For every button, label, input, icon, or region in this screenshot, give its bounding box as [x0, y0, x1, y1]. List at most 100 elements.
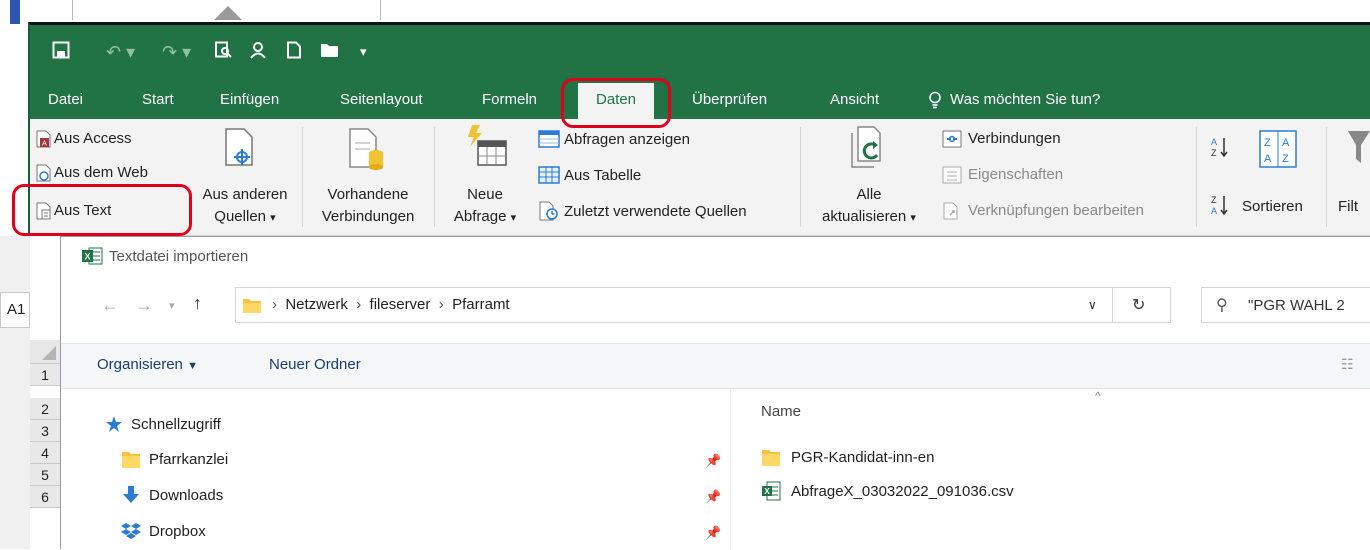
zuletzt-verwendete-quellen-button[interactable]: Zuletzt verwendete Quellen [538, 201, 747, 221]
tab-ansicht[interactable]: Ansicht [830, 89, 879, 111]
verbindungen-button[interactable]: Verbindungen [942, 129, 1061, 148]
nav-schnellzugriff[interactable]: Schnellzugriff [105, 415, 221, 433]
alle-aktualisieren-button[interactable]: Alle aktualisieren ▾ [804, 185, 934, 228]
group-separator [800, 127, 801, 227]
worksheet-grid: A1 1 2 3 4 5 6 [0, 236, 60, 549]
tab-start[interactable]: Start [142, 89, 174, 111]
aus-tabelle-button[interactable]: Aus Tabelle [538, 165, 641, 185]
back-arrow-icon[interactable]: ← [101, 295, 119, 316]
tab-einfuegen[interactable]: Einfügen [220, 89, 279, 111]
select-all-corner[interactable] [30, 340, 60, 364]
csv-file-icon: X [761, 481, 781, 501]
existing-connections-icon [346, 127, 386, 171]
show-queries-icon [538, 129, 560, 149]
sort-caret-icon: ^ [1095, 389, 1101, 403]
dropdown-arrow-icon: ▾ [910, 212, 916, 224]
save-icon[interactable] [52, 41, 70, 59]
refresh-all-icon [848, 125, 888, 169]
pin-icon[interactable]: 📌 [705, 489, 721, 505]
access-icon: A [36, 130, 52, 148]
tell-me-search[interactable]: Was möchten Sie tun? [928, 89, 1100, 111]
text-import-dialog: X Textdatei importieren ← → ▾ ↑ › Netzwe… [60, 236, 1370, 550]
row-header-1[interactable]: 1 [30, 364, 60, 386]
breadcrumb-pfarramt[interactable]: Pfarramt [452, 296, 510, 313]
row-header-2[interactable]: 2 [30, 398, 60, 420]
excel-app-icon: X [81, 247, 103, 265]
dropbox-icon [121, 521, 141, 541]
namebox[interactable]: A1 [0, 292, 30, 328]
svg-text:X: X [764, 487, 770, 496]
sortieren-button[interactable]: Sortieren [1242, 197, 1303, 216]
dropdown-arrow-icon: ▾ [510, 212, 517, 224]
sort-descending-icon[interactable]: ZA [1210, 193, 1230, 217]
lightbulb-icon [928, 91, 942, 109]
column-header-name[interactable]: Name [761, 403, 801, 420]
new-query-icon [466, 123, 512, 169]
background-strip [0, 0, 1370, 24]
dropdown-arrow-icon: ▾ [270, 212, 276, 224]
tab-formeln[interactable]: Formeln [482, 89, 537, 111]
forward-arrow-icon[interactable]: → [135, 295, 153, 316]
row-header-5[interactable]: 5 [30, 464, 60, 486]
organisieren-button[interactable]: Organisieren ▼ [97, 356, 198, 373]
svg-text:A: A [1282, 137, 1290, 149]
nav-dropbox[interactable]: Dropbox [121, 521, 206, 541]
verknuepfungen-bearbeiten-button[interactable]: Verknüpfungen bearbeiten [942, 201, 1144, 220]
aus-access-button[interactable]: A Aus Access [36, 129, 132, 148]
neuer-ordner-button[interactable]: Neuer Ordner [269, 356, 361, 373]
background-divider [380, 0, 381, 20]
vorhandene-verbindungen-button[interactable]: Vorhandene Verbindungen [304, 185, 432, 226]
pin-icon[interactable]: 📌 [705, 453, 721, 469]
new-document-icon[interactable] [286, 41, 302, 59]
connections-icon [942, 130, 962, 148]
breadcrumb-separator: › [272, 296, 277, 313]
view-options-icon[interactable]: ☷ [1341, 356, 1354, 373]
tab-seitenlayout[interactable]: Seitenlayout [340, 89, 423, 111]
file-list-item[interactable]: PGR-Kandidat-inn-en [761, 447, 934, 467]
row-header-6[interactable]: 6 [30, 486, 60, 508]
folder-icon [761, 447, 781, 467]
tab-ueberpruefen[interactable]: Überprüfen [692, 89, 767, 111]
aus-dem-web-button[interactable]: Aus dem Web [36, 163, 148, 182]
refresh-icon[interactable]: ↻ [1132, 295, 1145, 315]
up-arrow-icon[interactable]: ↑ [193, 293, 202, 314]
web-icon [36, 164, 52, 182]
tab-datei[interactable]: Datei [48, 89, 83, 111]
file-list-item[interactable]: X AbfrageX_03032022_091036.csv [761, 481, 1014, 501]
address-dropdown-icon[interactable]: ∨ [1088, 298, 1097, 312]
address-bar[interactable]: › Netzwerk › fileserver › Pfarramt ∨ ↻ [235, 287, 1171, 323]
eigenschaften-button[interactable]: Eigenschaften [942, 165, 1063, 184]
nav-pfarrkanzlei[interactable]: Pfarrkanzlei [121, 449, 228, 469]
undo-icon[interactable]: ↶ ▾ [106, 41, 135, 63]
row-header-4[interactable]: 4 [30, 442, 60, 464]
filter-button[interactable]: Filt [1338, 197, 1358, 216]
abfragen-anzeigen-button[interactable]: Abfragen anzeigen [538, 129, 690, 149]
svg-text:Z: Z [1211, 195, 1217, 205]
table-icon [538, 165, 560, 185]
breadcrumb-netzwerk[interactable]: Netzwerk [285, 296, 348, 313]
touch-mode-icon[interactable] [248, 41, 268, 59]
nav-downloads[interactable]: Downloads [121, 485, 223, 505]
highlight-daten-tab [561, 78, 671, 128]
dialog-title-bar: X Textdatei importieren [81, 247, 248, 265]
pin-icon[interactable]: 📌 [705, 525, 721, 541]
sort-ascending-icon[interactable]: AZ [1210, 135, 1230, 159]
search-input[interactable]: ⚲ "PGR WAHL 2 [1201, 287, 1370, 323]
breadcrumb: › Netzwerk › fileserver › Pfarramt [272, 296, 510, 313]
navigation-pane: Schnellzugriff Pfarrkanzlei 📌 Downloads … [61, 389, 731, 550]
svg-text:A: A [42, 140, 47, 147]
print-preview-icon[interactable] [214, 41, 232, 59]
open-folder-icon[interactable] [320, 41, 340, 59]
breadcrumb-fileserver[interactable]: fileserver [370, 296, 431, 313]
neue-abfrage-button[interactable]: Neue Abfrage ▾ [440, 185, 530, 228]
recent-locations-icon[interactable]: ▾ [169, 299, 175, 312]
aus-anderen-quellen-button[interactable]: Aus anderen Quellen ▾ [190, 185, 300, 228]
row-header-3[interactable]: 3 [30, 420, 60, 442]
customize-icon[interactable]: ▾ [360, 41, 367, 63]
redo-icon[interactable]: ↷ ▾ [162, 41, 191, 63]
star-icon [105, 415, 123, 433]
group-separator [1326, 127, 1327, 227]
svg-text:Z: Z [1282, 153, 1289, 165]
breadcrumb-separator: › [356, 296, 362, 313]
ribbon-tabs: Datei Start Einfügen Seitenlayout Formel… [30, 83, 1370, 119]
